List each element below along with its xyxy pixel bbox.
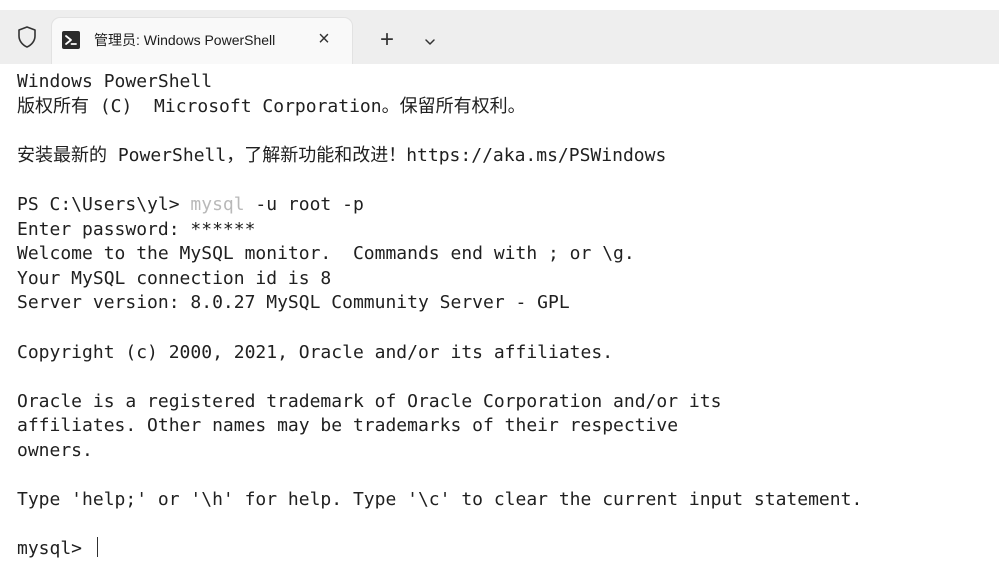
title-bar: 管理员: Windows PowerShell × + xyxy=(0,0,999,64)
close-tab-button[interactable]: × xyxy=(312,27,336,51)
trademark-line-3: owners. xyxy=(17,439,93,461)
server-version-line: Server version: 8.0.27 MySQL Community S… xyxy=(17,292,570,314)
help-line: Type 'help;' or '\h' for help. Type '\c'… xyxy=(17,489,863,511)
command-args: -u root -p xyxy=(244,193,364,215)
text-cursor xyxy=(96,537,98,558)
mysql-prompt: mysql> xyxy=(17,538,93,560)
mysql-input-line[interactable]: mysql> xyxy=(17,537,999,562)
connection-id-line: Your MySQL connection id is 8 xyxy=(17,267,332,289)
header-line-2: 版权所有 (C) Microsoft Corporation。保留所有权利。 xyxy=(17,95,526,117)
terminal-output[interactable]: Windows PowerShell 版权所有 (C) Microsoft Co… xyxy=(0,64,999,567)
trademark-line-2: affiliates. Other names may be trademark… xyxy=(17,415,679,437)
shield-icon[interactable] xyxy=(16,25,38,49)
install-hint-line: 安装最新的 PowerShell，了解新功能和改进！https://aka.ms… xyxy=(17,144,667,166)
password-line: Enter password: ****** xyxy=(17,218,256,240)
command-name: mysql xyxy=(190,193,245,215)
trademark-line-1: Oracle is a registered trademark of Orac… xyxy=(17,390,722,412)
new-tab-button[interactable]: + xyxy=(373,26,401,54)
tab-title: 管理员: Windows PowerShell xyxy=(94,32,276,48)
powershell-icon xyxy=(62,31,80,49)
command-line: PS C:\Users\yl> mysql -u root -p xyxy=(17,193,999,218)
ps-prompt: PS C:\Users\yl> xyxy=(17,193,191,215)
header-line-1: Windows PowerShell xyxy=(17,71,213,92)
copyright-line: Copyright (c) 2000, 2021, Oracle and/or … xyxy=(17,341,614,363)
tab-powershell[interactable]: 管理员: Windows PowerShell × xyxy=(52,18,352,64)
welcome-line: Welcome to the MySQL monitor. Commands e… xyxy=(17,243,635,265)
chevron-down-icon[interactable] xyxy=(418,30,442,54)
